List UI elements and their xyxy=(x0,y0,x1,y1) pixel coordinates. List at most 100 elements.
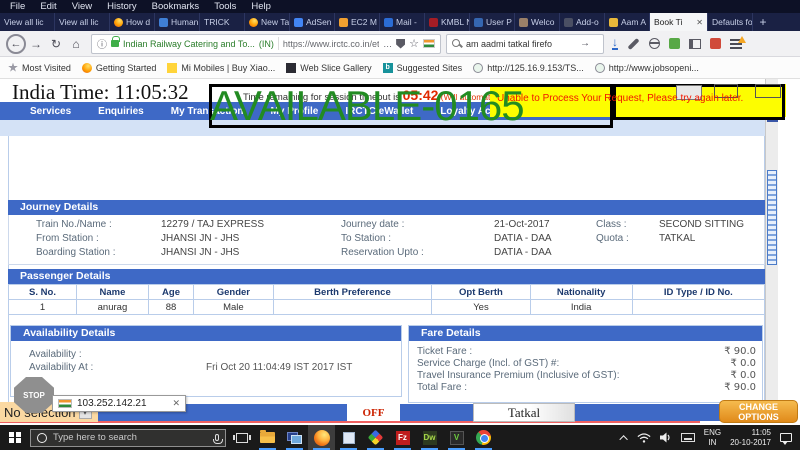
passenger-cell: Yes xyxy=(432,300,530,315)
tab-label: View all lic xyxy=(59,17,99,27)
taskbar-virtualbox[interactable] xyxy=(335,425,362,450)
journey-details-header: Journey Details xyxy=(8,200,765,215)
search-go-icon[interactable]: → xyxy=(580,38,590,49)
site-identity[interactable]: Indian Railway Catering and To... xyxy=(123,39,255,49)
fare-details-box: Fare Details * Ticket fare includes tota… xyxy=(408,325,763,403)
taskbar-remote-desktop[interactable] xyxy=(281,425,308,450)
action-center-icon[interactable] xyxy=(780,433,792,442)
browser-tab[interactable]: Human xyxy=(155,13,200,31)
browser-tab[interactable]: Book Ti✕ xyxy=(650,13,708,31)
bookmark-item[interactable]: Mi Mobiles | Buy Xiao... xyxy=(167,63,275,73)
menu-edit[interactable]: Edit xyxy=(40,1,56,12)
page-scrollbar[interactable] xyxy=(765,79,778,404)
bookmark-item[interactable]: http://125.16.9.153/TS... xyxy=(473,63,584,73)
wrench-icon[interactable] xyxy=(627,37,639,49)
tatkal-button[interactable]: Tatkal xyxy=(473,403,575,422)
bookmark-item[interactable]: http://www.jobsopeni... xyxy=(595,63,699,73)
page-info-icon[interactable]: ⓘ xyxy=(97,36,107,51)
microphone-icon[interactable] xyxy=(215,434,219,441)
bookmark-item[interactable]: Web Slice Gallery xyxy=(286,63,371,73)
tray-expand-icon[interactable] xyxy=(619,435,627,443)
browser-tab[interactable]: AdSen xyxy=(290,13,335,31)
taskbar-file-explorer[interactable] xyxy=(254,425,281,450)
browser-tab[interactable]: Add-o xyxy=(560,13,605,31)
taskbar-clock[interactable]: 11:0520-10-2017 xyxy=(730,428,771,447)
browser-tab[interactable]: View all lic xyxy=(0,13,55,31)
browser-tab[interactable]: Defaults fo xyxy=(708,13,753,31)
journey-value: TATKAL xyxy=(659,233,695,244)
address-bar[interactable]: ⓘ Indian Railway Catering and To... (IN)… xyxy=(91,34,441,54)
bookmark-item[interactable]: Most Visited xyxy=(8,63,71,73)
taskbar-dreamweaver[interactable]: Dw xyxy=(416,425,443,450)
browser-tab[interactable]: Mail - xyxy=(380,13,425,31)
tab-label: New Ta xyxy=(261,17,289,27)
bookmark-label: Most Visited xyxy=(22,63,71,73)
change-options-button[interactable]: CHANGE OPTIONS xyxy=(719,400,798,423)
browser-tab[interactable]: New Ta xyxy=(245,13,290,31)
browser-tab[interactable]: User P xyxy=(470,13,515,31)
tooltip-close-icon[interactable]: ✕ xyxy=(172,398,180,409)
task-view-icon[interactable] xyxy=(236,433,248,443)
menu-history[interactable]: History xyxy=(107,1,137,12)
menu-tools[interactable]: Tools xyxy=(214,1,236,12)
passenger-col-header: Name xyxy=(77,285,149,300)
tab-favicon xyxy=(564,18,573,27)
bookmark-item[interactable]: bSuggested Sites xyxy=(383,63,463,73)
taskbar-vmware[interactable]: V xyxy=(443,425,470,450)
home-button[interactable]: ⌂ xyxy=(66,37,86,51)
forward-button[interactable]: → xyxy=(26,37,46,51)
browser-tab[interactable]: KMBL Net xyxy=(425,13,470,31)
new-tab-button[interactable]: + xyxy=(753,13,773,31)
bookmark-star-icon[interactable]: ☆ xyxy=(409,39,419,49)
menu-view[interactable]: View xyxy=(72,1,92,12)
tab-favicon xyxy=(114,18,123,27)
back-button[interactable]: ← xyxy=(6,34,26,54)
taskbar-firefox[interactable] xyxy=(308,425,335,450)
browser-tab[interactable]: Aam A xyxy=(605,13,650,31)
taskbar-design-tool[interactable] xyxy=(362,425,389,450)
language-indicator[interactable]: ENGIN xyxy=(704,428,721,447)
browser-tab[interactable]: TRICK xyxy=(200,13,245,31)
taskbar-search[interactable]: Type here to search xyxy=(30,429,226,447)
bottom-red-line xyxy=(0,421,700,423)
browser-tab[interactable]: Welco xyxy=(515,13,560,31)
bookmarks-bar: Most Visited Getting Started Mi Mobiles | … xyxy=(0,57,800,79)
globe-icon[interactable] xyxy=(649,38,660,49)
scrollbar-thumb[interactable] xyxy=(767,170,777,265)
sidebar-icon[interactable] xyxy=(689,39,701,49)
passenger-header-row: S. No.NameAgeGenderBerth PreferenceOpt B… xyxy=(9,285,765,300)
taskbar-filezilla[interactable]: Fz xyxy=(389,425,416,450)
menu-bookmarks[interactable]: Bookmarks xyxy=(152,1,200,12)
page-actions-icon[interactable]: … xyxy=(383,39,392,49)
site-nav-services[interactable]: Services xyxy=(30,106,71,117)
file-explorer-icon xyxy=(260,432,275,443)
menu-file[interactable]: File xyxy=(10,1,25,12)
addon-puzzle-icon[interactable] xyxy=(669,38,680,49)
start-button[interactable] xyxy=(9,432,21,444)
search-input[interactable] xyxy=(466,39,576,49)
wifi-icon[interactable] xyxy=(637,432,651,443)
search-bar[interactable]: → xyxy=(446,34,604,54)
bookmark-label: Mi Mobiles | Buy Xiao... xyxy=(181,63,275,73)
browser-tab[interactable]: How d xyxy=(110,13,155,31)
fare-value: ₹ 90.0 xyxy=(724,382,756,393)
journey-label: Boarding Station : xyxy=(36,247,116,258)
browser-tab[interactable]: EC2 M xyxy=(335,13,380,31)
passenger-col-header: Nationality xyxy=(530,285,632,300)
shield-icon[interactable] xyxy=(396,39,405,49)
bookmark-item[interactable]: Getting Started xyxy=(82,63,157,73)
browser-tab[interactable]: View all lic xyxy=(55,13,110,31)
site-nav-enquiries[interactable]: Enquiries xyxy=(98,106,144,117)
download-icon[interactable]: ↓ xyxy=(612,37,618,50)
url-text[interactable]: https://www.irctc.co.in/eticketing xyxy=(283,39,379,49)
volume-icon[interactable] xyxy=(660,432,672,443)
off-toggle[interactable]: OFF xyxy=(347,404,400,421)
menu-help[interactable]: Help xyxy=(251,1,271,12)
journey-label: To Station : xyxy=(341,233,391,244)
tab-close-icon[interactable]: ✕ xyxy=(696,18,703,27)
extension-grid-icon[interactable] xyxy=(710,38,721,49)
reload-button[interactable]: ↻ xyxy=(46,37,66,51)
touch-keyboard-icon[interactable] xyxy=(681,433,695,442)
menu-hamburger-icon[interactable] xyxy=(730,39,742,49)
taskbar-chrome[interactable] xyxy=(470,425,497,450)
